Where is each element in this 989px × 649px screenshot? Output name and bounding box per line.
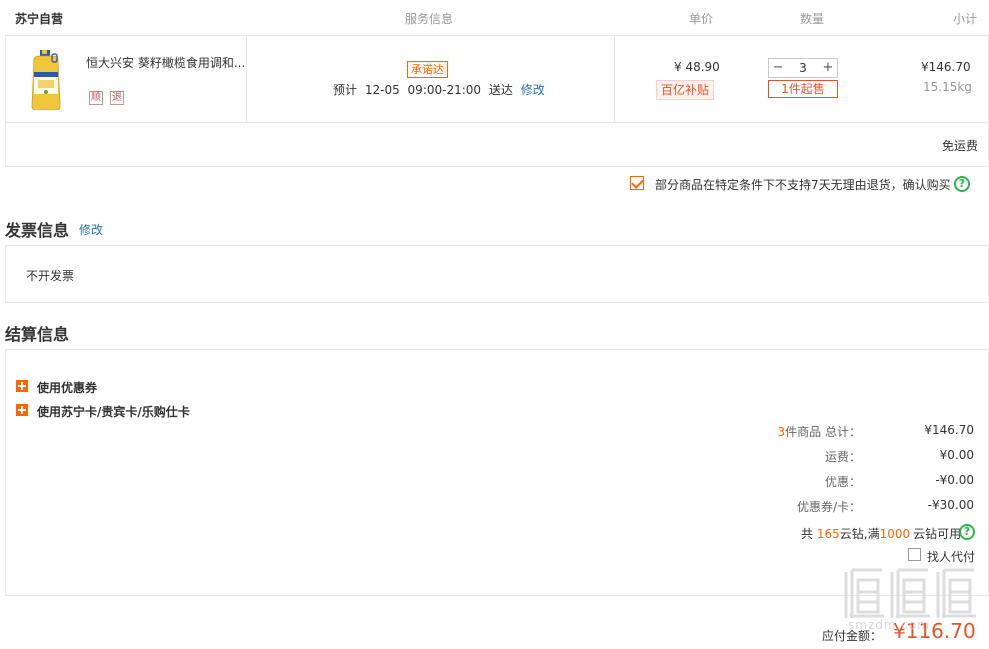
delivery-estimate: 预计 12-05 09:00-21:00 送达 修改 <box>333 81 545 98</box>
col-subtotal-header: 小计 <box>953 12 978 26</box>
expand-coupon-icon[interactable] <box>16 380 28 392</box>
coupon-label: 优惠券/卡： <box>796 500 861 514</box>
product-table-header: 苏宁自营 服务信息 单价 数量 小计 <box>5 0 989 36</box>
use-coupon-option[interactable]: 使用优惠券 <box>37 379 97 396</box>
service-tag-shun: 顺 <box>89 91 103 105</box>
diamond-help-icon[interactable]: ? <box>959 524 975 540</box>
qty-plus-button[interactable]: + <box>819 59 837 77</box>
diamond-prefix: 共 <box>801 527 814 541</box>
settlement-section-title: 结算信息 <box>5 325 70 344</box>
help-icon[interactable]: ? <box>954 176 970 192</box>
invoice-box: 不开发票 <box>5 245 989 303</box>
diamond-min: 1000 <box>879 527 911 541</box>
product-name-link[interactable]: 恒大兴安 葵籽橄榄食用调和... <box>86 54 246 71</box>
service-info-cell: 承诺达 预计 12-05 09:00-21:00 送达 修改 <box>247 36 615 122</box>
diamond-mid: 云钻,满 <box>839 527 880 541</box>
product-row: 恒大兴安 葵籽橄榄食用调和... 顺 退 承诺达 预计 12-05 09:00-… <box>5 36 989 123</box>
eta-suffix: 送达 <box>488 83 513 97</box>
eta-date: 12-05 <box>364 83 400 97</box>
items-total-value: ¥146.70 <box>924 423 974 437</box>
shop-name: 苏宁自营 <box>15 12 64 26</box>
diamond-count: 165 <box>816 527 840 541</box>
shipping-fee-label: 免运费 <box>941 139 978 153</box>
confirm-text: 部分商品在特定条件下不支持7天无理由退货，确认购买 <box>655 178 951 192</box>
cloud-diamond-info: 共 165云钻,满1000 云钻可用 <box>801 525 961 542</box>
qty-input[interactable]: 3 <box>787 59 819 77</box>
watermark-logo <box>844 568 976 618</box>
freight-value: ¥0.00 <box>939 448 974 462</box>
edit-invoice-link[interactable]: 修改 <box>79 221 103 238</box>
eta-prefix: 预计 <box>333 83 358 97</box>
use-card-option[interactable]: 使用苏宁卡/贵宾卡/乐购仕卡 <box>37 403 190 420</box>
subsidy-badge: 百亿补贴 <box>656 80 715 100</box>
coupon-value: -¥30.00 <box>927 498 974 512</box>
invoice-section-title: 发票信息 <box>5 221 70 240</box>
col-service-header: 服务信息 <box>405 12 454 26</box>
line-subtotal: ¥146.70 <box>921 60 971 74</box>
invoice-value: 不开发票 <box>26 269 75 283</box>
proxy-pay-checkbox[interactable] <box>908 548 921 561</box>
confirm-checkbox[interactable] <box>630 176 644 190</box>
product-image[interactable] <box>28 50 64 110</box>
min-qty-badge: 1件起售 <box>768 80 838 98</box>
col-price-header: 单价 <box>689 12 714 26</box>
eta-time: 09:00-21:00 <box>407 83 482 97</box>
edit-delivery-link[interactable]: 修改 <box>521 83 545 97</box>
col-qty-header: 数量 <box>800 12 825 26</box>
expand-card-icon[interactable] <box>16 404 28 416</box>
items-total-text: 件商品 总计： <box>785 425 861 439</box>
line-weight: 15.15kg <box>923 80 972 94</box>
promise-badge: 承诺达 <box>407 61 448 78</box>
diamond-suffix: 云钻可用 <box>913 527 962 541</box>
quantity-stepper: − 3 + <box>768 58 838 78</box>
freight-label: 运费： <box>824 450 861 464</box>
product-info-cell: 恒大兴安 葵籽橄榄食用调和... 顺 退 <box>6 36 247 122</box>
qty-minus-button[interactable]: − <box>769 59 787 77</box>
discount-label: 优惠： <box>824 475 861 489</box>
unit-price: ¥ 48.90 <box>674 60 720 74</box>
shipping-row: 免运费 <box>5 123 989 167</box>
items-total-label: 3件商品 总计： <box>778 423 861 440</box>
watermark-sub: smzdm.com <box>848 618 930 632</box>
proxy-pay-label[interactable]: 找人代付 <box>927 548 975 565</box>
service-tag-return: 退 <box>110 91 124 105</box>
discount-value: -¥0.00 <box>935 473 974 487</box>
